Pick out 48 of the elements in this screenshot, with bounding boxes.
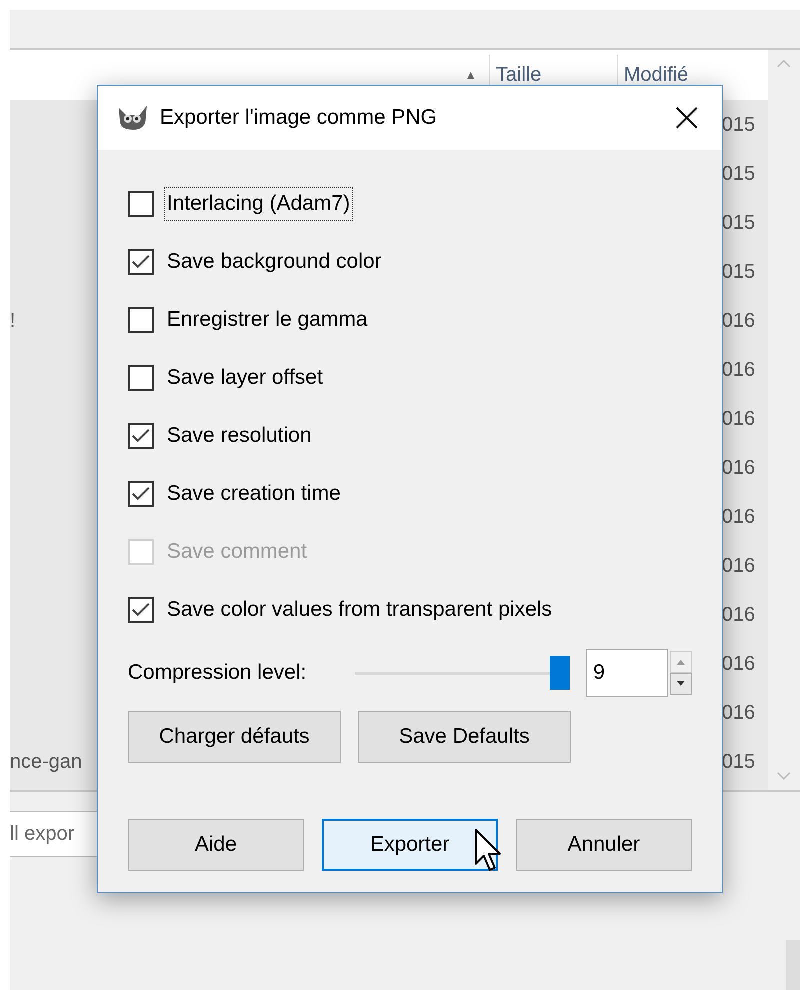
date-cell-text: 016	[722, 308, 756, 334]
checkbox-label[interactable]: Save creation time	[164, 477, 344, 511]
checkbox-label[interactable]: Enregistrer le gamma	[164, 303, 371, 337]
file-name: nce-gan	[10, 750, 82, 774]
dialog-button[interactable]: Aide	[128, 819, 304, 871]
checkbox[interactable]	[128, 365, 154, 391]
date-cell-text: 016	[722, 554, 756, 578]
date-cell-text: 015	[722, 112, 756, 138]
date-cell-text: 016	[722, 406, 756, 432]
slider-thumb[interactable]	[550, 656, 570, 690]
check-icon	[132, 603, 150, 617]
checkbox[interactable]	[128, 307, 154, 333]
mouse-cursor-icon	[474, 828, 502, 874]
date-cell-text: 016	[722, 456, 756, 480]
check-icon	[132, 487, 150, 501]
checkbox-label[interactable]: Save color values from transparent pixels	[164, 593, 556, 627]
checkbox-label[interactable]: Interlacing (Adam7)	[164, 187, 354, 221]
date-cell-text: 015	[722, 210, 756, 236]
file-name: !	[10, 308, 16, 334]
defaults-button[interactable]: Charger défauts	[128, 711, 341, 763]
check-icon	[132, 255, 150, 269]
close-icon[interactable]	[676, 107, 698, 129]
date-cell-text: 015	[722, 750, 756, 774]
spin-down-icon[interactable]	[670, 673, 692, 695]
animal-head-icon	[116, 104, 150, 132]
checkbox[interactable]	[128, 597, 154, 623]
checkbox[interactable]	[128, 249, 154, 275]
date-cell-text: 016	[722, 602, 756, 628]
spin-field[interactable]: 9	[586, 649, 668, 697]
checkbox[interactable]	[128, 423, 154, 449]
date-cell-text: 016	[722, 358, 756, 382]
checkbox[interactable]	[128, 481, 154, 507]
date-cell-text: 015	[722, 162, 756, 186]
checkbox-label[interactable]: Save layer offset	[164, 361, 326, 395]
dialog-button[interactable]: Exporter	[322, 819, 498, 871]
dialog-button[interactable]: Annuler	[516, 819, 692, 871]
checkbox-label[interactable]: Save resolution	[164, 419, 315, 453]
checkbox-label[interactable]: Save background color	[164, 245, 385, 279]
check-icon	[132, 429, 150, 443]
date-cell-text: 016	[722, 504, 756, 530]
defaults-button[interactable]: Save Defaults	[358, 711, 571, 763]
checkbox[interactable]	[128, 191, 154, 217]
date-cell-text: 015	[722, 260, 756, 284]
date-cell-text: 016	[722, 652, 756, 676]
sort-arrow-icon: ▲	[465, 66, 481, 84]
compression-label: Compression level:	[128, 660, 308, 686]
date-cell-text: 016	[722, 700, 756, 726]
window-title: Exporter l'image comme PNG	[160, 105, 438, 132]
